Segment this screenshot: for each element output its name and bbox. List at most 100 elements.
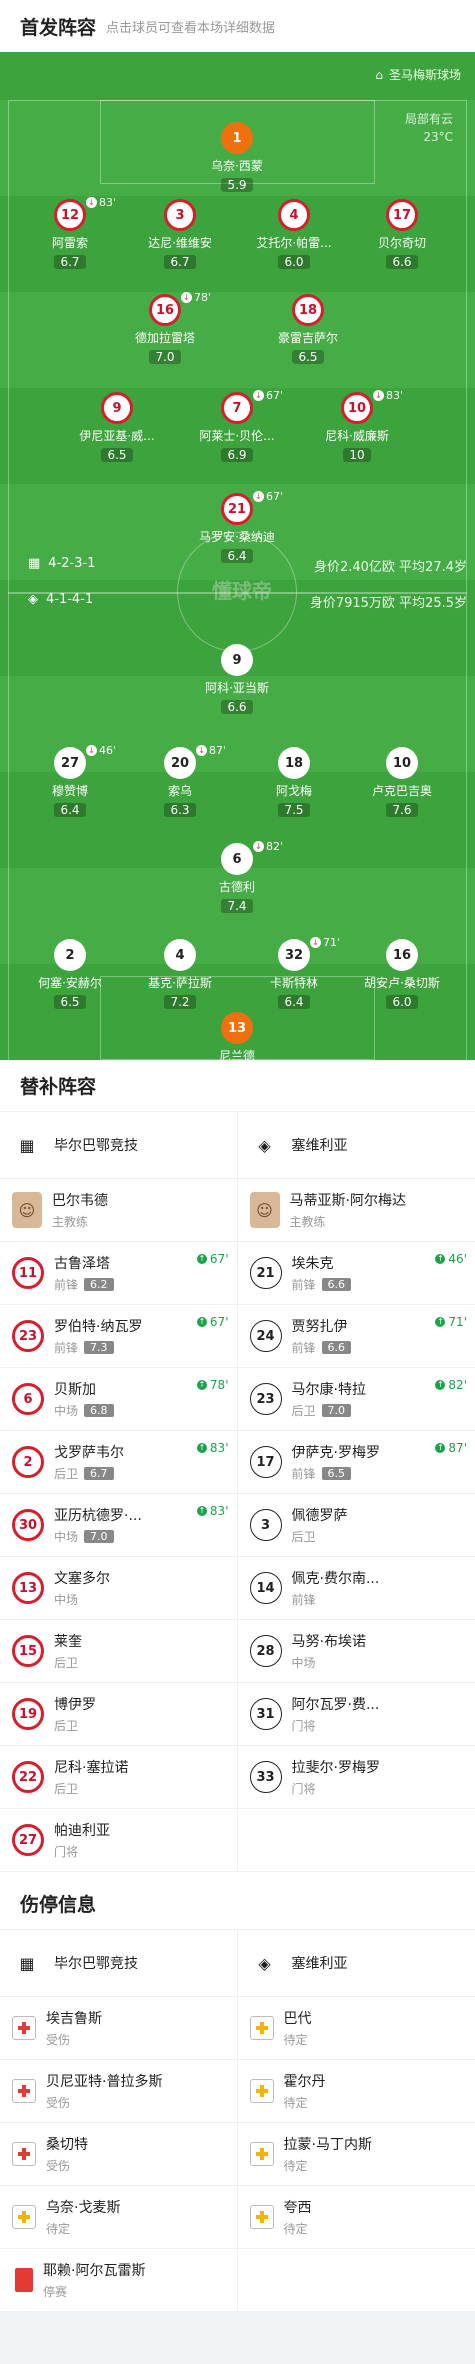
player-number: 20 bbox=[164, 747, 196, 779]
player-marker[interactable]: 4艾托尔·帕雷...6.0 bbox=[234, 199, 354, 270]
sub-player[interactable]: 24贾努扎伊前锋6.6↑71' bbox=[238, 1305, 475, 1367]
sub-out-time: ↓46' bbox=[86, 744, 116, 757]
player-marker[interactable]: 6↓82'古德利7.4 bbox=[177, 843, 297, 914]
sub-row: 11古鲁泽塔前锋6.2↑67'21埃朱克前锋6.6↑46' bbox=[0, 1242, 475, 1305]
injury-item[interactable]: 拉蒙·马丁内斯待定 bbox=[238, 2123, 475, 2185]
injury-item[interactable]: 霍尔丹待定 bbox=[238, 2060, 475, 2122]
injury-kit-icon bbox=[12, 2142, 36, 2166]
sub-row: 2戈罗萨韦尔后卫6.7↑83'17伊萨克·罗梅罗前锋6.5↑87' bbox=[0, 1431, 475, 1494]
sub-name: 贾努扎伊 bbox=[292, 1316, 352, 1336]
sub-player[interactable]: 2戈罗萨韦尔后卫6.7↑83' bbox=[0, 1431, 238, 1493]
sub-name: 古鲁泽塔 bbox=[54, 1253, 114, 1273]
sub-number: 28 bbox=[250, 1635, 282, 1667]
sub-player[interactable]: 21埃朱克前锋6.6↑46' bbox=[238, 1242, 475, 1304]
sub-player[interactable]: 17伊萨克·罗梅罗前锋6.5↑87' bbox=[238, 1431, 475, 1493]
sub-position: 后卫 bbox=[292, 1402, 316, 1419]
player-marker[interactable]: 32↓71'卡斯特林6.4 bbox=[234, 939, 354, 1010]
sub-player[interactable]: 31阿尔瓦罗·费...门将 bbox=[238, 1683, 475, 1745]
injury-item[interactable]: 乌奈·戈麦斯待定 bbox=[0, 2186, 238, 2248]
sub-in-time: ↑46' bbox=[435, 1252, 467, 1266]
player-marker[interactable]: 21↓67'马罗安·桑纳迪6.4 bbox=[177, 493, 297, 564]
footer-gap bbox=[0, 2312, 475, 2364]
coach-avatar-icon: ☺ bbox=[12, 1192, 42, 1228]
player-marker[interactable]: 18阿戈梅7.5 bbox=[234, 747, 354, 818]
player-rating: 6.5 bbox=[54, 995, 85, 1009]
sub-in-time: ↑71' bbox=[435, 1315, 467, 1329]
player-marker[interactable]: 10卢克巴吉奥7.6 bbox=[342, 747, 462, 818]
sub-player bbox=[238, 1809, 475, 1871]
player-name: 德加拉雷塔 bbox=[105, 329, 225, 346]
sub-rating: 6.5 bbox=[322, 1467, 352, 1480]
injury-item[interactable]: 贝尼亚特·普拉多斯受伤 bbox=[0, 2060, 238, 2122]
sub-player[interactable]: 28马努·布埃诺中场 bbox=[238, 1620, 475, 1682]
sub-player[interactable]: 23马尔康·特拉后卫7.0↑82' bbox=[238, 1368, 475, 1430]
player-marker[interactable]: 16胡安卢·桑切斯6.0 bbox=[342, 939, 462, 1010]
player-marker[interactable]: 9阿科·亚当斯6.6 bbox=[177, 644, 297, 715]
player-number: 16 bbox=[386, 939, 418, 971]
sub-rating: 7.0 bbox=[84, 1530, 114, 1543]
player-marker[interactable]: 27↓46'穆赞博6.4 bbox=[10, 747, 130, 818]
player-marker[interactable]: 17贝尔奇切6.6 bbox=[342, 199, 462, 270]
player-marker[interactable]: 4基克·萨拉斯7.2 bbox=[120, 939, 240, 1010]
injury-row: 耶赖·阿尔瓦雷斯停赛 bbox=[0, 2249, 475, 2312]
player-marker[interactable]: 16↓78'德加拉雷塔7.0 bbox=[105, 294, 225, 365]
player-marker[interactable]: 9伊尼亚基·威...6.5 bbox=[57, 392, 177, 463]
injury-status: 受伤 bbox=[46, 2031, 102, 2048]
doubtful-kit-icon bbox=[250, 2205, 274, 2229]
injury-kit-icon bbox=[12, 2016, 36, 2040]
sub-player[interactable]: 15莱奎后卫 bbox=[0, 1620, 238, 1682]
sub-player[interactable]: 23罗伯特·纳瓦罗前锋7.3↑67' bbox=[0, 1305, 238, 1367]
injury-item[interactable]: 巴代待定 bbox=[238, 1997, 475, 2059]
sub-in-icon: ↑ bbox=[435, 1380, 445, 1390]
sub-player[interactable]: 30亚历杭德罗·...中场7.0↑83' bbox=[0, 1494, 238, 1556]
player-number: 13 bbox=[221, 1012, 253, 1044]
sub-player[interactable]: 22尼科·塞拉诺后卫 bbox=[0, 1746, 238, 1808]
injury-item[interactable]: 夸西待定 bbox=[238, 2186, 475, 2248]
sub-out-icon: ↓ bbox=[196, 745, 207, 756]
injury-item[interactable]: 埃吉鲁斯受伤 bbox=[0, 1997, 238, 2059]
sevilla-crest-icon: ◈ bbox=[250, 1129, 280, 1161]
sub-player[interactable]: 27帕迪利亚门将 bbox=[0, 1809, 238, 1871]
stadium-label: ⌂ 圣马梅斯球场 bbox=[375, 66, 461, 83]
sub-name: 尼科·塞拉诺 bbox=[54, 1757, 128, 1777]
player-rating: 6.0 bbox=[278, 255, 309, 269]
subs-title: 替补阵容 bbox=[0, 1060, 475, 1112]
player-name: 索乌 bbox=[120, 782, 240, 799]
sub-player[interactable]: 3佩德罗萨后卫 bbox=[238, 1494, 475, 1556]
player-number: 4 bbox=[164, 939, 196, 971]
sub-position: 门将 bbox=[54, 1843, 78, 1860]
injury-item[interactable]: 桑切特受伤 bbox=[0, 2123, 238, 2185]
sub-player[interactable]: 13文塞多尔中场 bbox=[0, 1557, 238, 1619]
player-marker[interactable]: 1乌奈·西蒙5.9 bbox=[177, 122, 297, 193]
sub-in-icon: ↑ bbox=[197, 1380, 207, 1390]
sub-player[interactable]: 14佩克·费尔南...前锋 bbox=[238, 1557, 475, 1619]
player-marker[interactable]: 18豪雷吉萨尔6.5 bbox=[248, 294, 368, 365]
sub-in-icon: ↑ bbox=[435, 1317, 445, 1327]
home-formation-label: 4-2-3-1 bbox=[48, 556, 95, 571]
sub-player[interactable]: 33拉斐尔·罗梅罗门将 bbox=[238, 1746, 475, 1808]
player-marker[interactable]: 2何塞·安赫尔6.5 bbox=[10, 939, 130, 1010]
injury-item[interactable]: 耶赖·阿尔瓦雷斯停赛 bbox=[0, 2249, 238, 2311]
injury-kit-icon bbox=[12, 2079, 36, 2103]
player-name: 艾托尔·帕雷... bbox=[234, 234, 354, 251]
player-marker[interactable]: 13尼兰德5.7 bbox=[177, 1012, 297, 1060]
player-marker[interactable]: 10↓83'尼科·威廉斯10 bbox=[297, 392, 417, 463]
player-rating: 7.2 bbox=[164, 995, 195, 1009]
sub-position: 前锋 bbox=[292, 1276, 316, 1293]
sub-player[interactable]: 11古鲁泽塔前锋6.2↑67' bbox=[0, 1242, 238, 1304]
player-marker[interactable]: 20↓87'索乌6.3 bbox=[120, 747, 240, 818]
player-marker[interactable]: 12↓83'阿雷索6.7 bbox=[10, 199, 130, 270]
sub-player[interactable]: 6贝斯加中场6.8↑78' bbox=[0, 1368, 238, 1430]
sub-number: 17 bbox=[250, 1446, 282, 1478]
sub-position: 后卫 bbox=[54, 1654, 78, 1671]
player-marker[interactable]: 7↓67'阿莱士·贝伦...6.9 bbox=[177, 392, 297, 463]
sub-in-time: ↑78' bbox=[197, 1378, 229, 1392]
home-coach[interactable]: ☺巴尔韦德主教练 bbox=[0, 1179, 238, 1241]
away-coach[interactable]: ☺马蒂亚斯·阿尔梅达主教练 bbox=[238, 1179, 475, 1241]
injury-name: 桑切特 bbox=[46, 2134, 88, 2154]
injury-name: 夸西 bbox=[284, 2197, 312, 2217]
player-rating: 6.9 bbox=[221, 448, 252, 462]
sub-player[interactable]: 19博伊罗后卫 bbox=[0, 1683, 238, 1745]
player-marker[interactable]: 3达尼·维维安6.7 bbox=[120, 199, 240, 270]
sub-position: 后卫 bbox=[54, 1717, 78, 1734]
